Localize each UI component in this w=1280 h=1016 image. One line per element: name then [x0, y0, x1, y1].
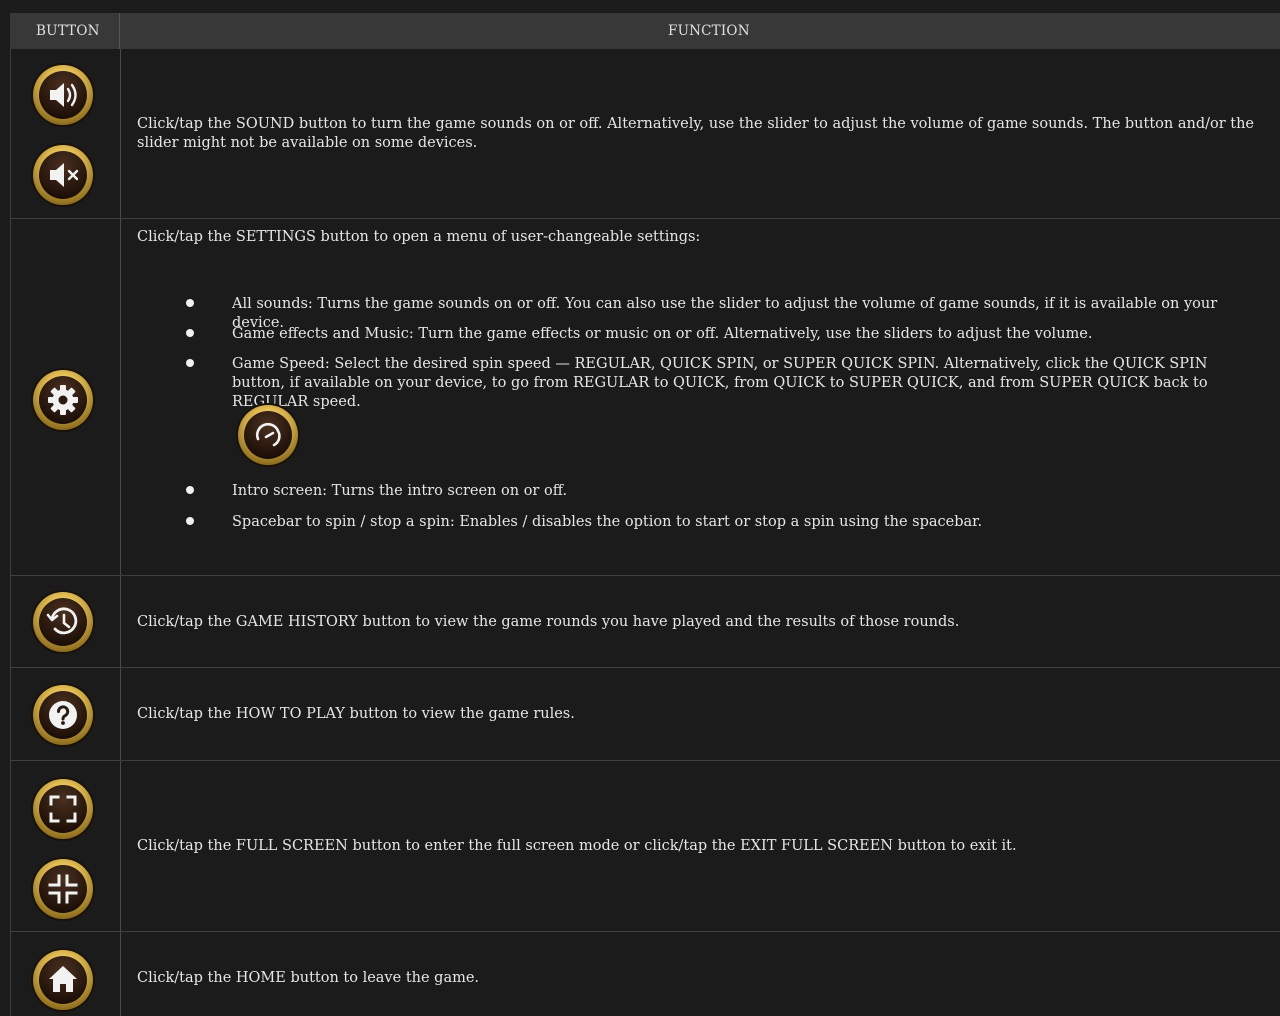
history-description: Click/tap the GAME HISTORY button to vie… — [137, 614, 960, 630]
sound-description: Click/tap the SOUND button to turn the g… — [137, 116, 1255, 151]
how-to-play-description: Click/tap the HOW TO PLAY button to view… — [137, 706, 575, 722]
quick-spin-icon[interactable] — [235, 402, 301, 468]
fullscreen-exit-icon[interactable] — [30, 856, 96, 922]
bullet-icon — [186, 517, 194, 525]
sound-off-icon[interactable] — [30, 142, 96, 208]
settings-item-spacebar: Spacebar to spin / stop a spin: Enables … — [232, 514, 983, 530]
home-description: Click/tap the HOME button to leave the g… — [137, 970, 480, 986]
settings-item-intro-screen: Intro screen: Turns the intro screen on … — [232, 483, 568, 499]
full-screen-description: Click/tap the FULL SCREEN button to ente… — [137, 838, 1017, 854]
fullscreen-enter-icon[interactable] — [30, 776, 96, 842]
button-column-header: BUTTON — [36, 23, 100, 39]
bullet-icon — [186, 329, 194, 337]
table-row-full-screen: Click/tap the FULL SCREEN button to ente… — [10, 761, 1280, 932]
table-row-home: Click/tap the HOME button to leave the g… — [10, 932, 1280, 1016]
function-column-header: FUNCTION — [668, 23, 750, 39]
table-header: BUTTON FUNCTION — [10, 13, 1280, 49]
help-icon[interactable] — [30, 682, 96, 748]
sound-on-icon[interactable] — [30, 62, 96, 128]
table-row-sound: Click/tap the SOUND button to turn the g… — [10, 49, 1280, 219]
bullet-icon — [186, 299, 194, 307]
history-icon[interactable] — [30, 589, 96, 655]
home-icon[interactable] — [30, 947, 96, 1013]
settings-item-game-speed: Game Speed: Select the desired spin spee… — [232, 356, 1208, 410]
table-row-settings: Click/tap the SETTINGS button to open a … — [10, 219, 1280, 576]
table-row-history: Click/tap the GAME HISTORY button to vie… — [10, 576, 1280, 668]
settings-gear-icon[interactable] — [30, 367, 96, 433]
bullet-icon — [186, 486, 194, 494]
settings-item-effects-music: Game effects and Music: Turn the game ef… — [232, 326, 1093, 342]
table-row-how-to-play: Click/tap the HOW TO PLAY button to view… — [10, 668, 1280, 761]
settings-intro: Click/tap the SETTINGS button to open a … — [137, 229, 701, 245]
bullet-icon — [186, 359, 194, 367]
